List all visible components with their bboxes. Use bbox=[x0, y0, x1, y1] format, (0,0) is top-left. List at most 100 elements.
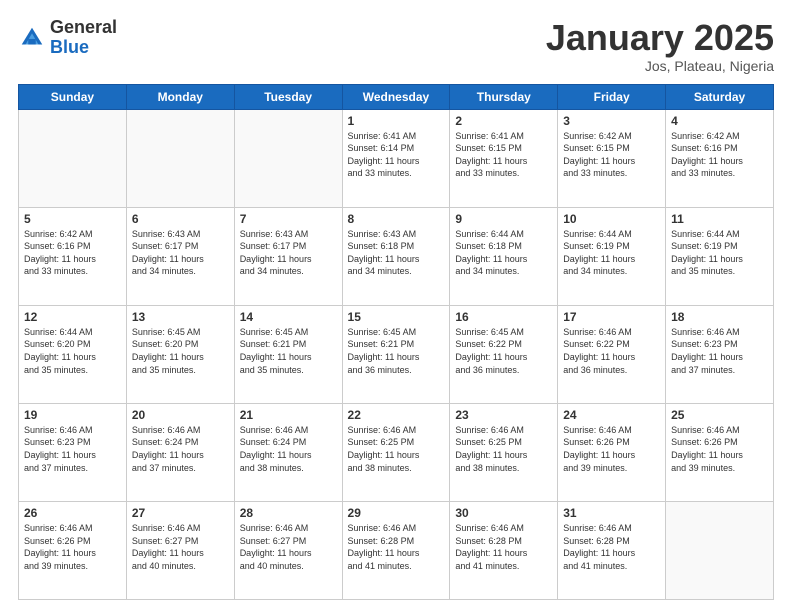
calendar-location: Jos, Plateau, Nigeria bbox=[546, 58, 774, 74]
day-info: Sunrise: 6:46 AM Sunset: 6:23 PM Dayligh… bbox=[671, 326, 768, 376]
day-info: Sunrise: 6:46 AM Sunset: 6:28 PM Dayligh… bbox=[348, 522, 445, 572]
day-info: Sunrise: 6:46 AM Sunset: 6:27 PM Dayligh… bbox=[132, 522, 229, 572]
table-row: 3 Sunrise: 6:42 AM Sunset: 6:15 PM Daylig… bbox=[558, 109, 666, 207]
day-info: Sunrise: 6:46 AM Sunset: 6:26 PM Dayligh… bbox=[671, 424, 768, 474]
day-number: 28 bbox=[240, 506, 337, 520]
day-info: Sunrise: 6:45 AM Sunset: 6:22 PM Dayligh… bbox=[455, 326, 552, 376]
day-number: 8 bbox=[348, 212, 445, 226]
table-row bbox=[666, 501, 774, 599]
col-tuesday: Tuesday bbox=[234, 84, 342, 109]
col-thursday: Thursday bbox=[450, 84, 558, 109]
table-row: 15Sunrise: 6:45 AM Sunset: 6:21 PM Dayli… bbox=[342, 305, 450, 403]
day-number: 19 bbox=[24, 408, 121, 422]
table-row bbox=[19, 109, 127, 207]
logo-general-text: General bbox=[50, 18, 117, 38]
day-info: Sunrise: 6:46 AM Sunset: 6:26 PM Dayligh… bbox=[563, 424, 660, 474]
day-number: 1 bbox=[348, 114, 445, 128]
day-info: Sunrise: 6:41 AM Sunset: 6:15 PM Dayligh… bbox=[455, 130, 552, 180]
calendar-week-row: 1Sunrise: 6:41 AM Sunset: 6:14 PM Daylig… bbox=[19, 109, 774, 207]
day-number: 27 bbox=[132, 506, 229, 520]
day-info: Sunrise: 6:46 AM Sunset: 6:24 PM Dayligh… bbox=[132, 424, 229, 474]
day-info: Sunrise: 6:44 AM Sunset: 6:18 PM Dayligh… bbox=[455, 228, 552, 278]
day-number: 3 bbox=[563, 114, 660, 128]
day-number: 22 bbox=[348, 408, 445, 422]
day-number: 29 bbox=[348, 506, 445, 520]
table-row: 4Sunrise: 6:42 AM Sunset: 6:16 PM Daylig… bbox=[666, 109, 774, 207]
calendar-table: Sunday Monday Tuesday Wednesday Thursday… bbox=[18, 84, 774, 600]
table-row bbox=[126, 109, 234, 207]
table-row: 18 Sunrise: 6:46 AM Sunset: 6:23 PM Dayli… bbox=[666, 305, 774, 403]
col-saturday: Saturday bbox=[666, 84, 774, 109]
day-number: 18 bbox=[671, 310, 768, 324]
day-info: Sunrise: 6:42 AM Sunset: 6:15 PM Dayligh… bbox=[563, 130, 660, 180]
day-number: 21 bbox=[240, 408, 337, 422]
table-row: 19Sunrise: 6:46 AM Sunset: 6:23 PM Dayli… bbox=[19, 403, 127, 501]
table-row: 11Sunrise: 6:44 AM Sunset: 6:19 PM Dayli… bbox=[666, 207, 774, 305]
day-info: Sunrise: 6:44 AM Sunset: 6:19 PM Dayligh… bbox=[563, 228, 660, 278]
day-info: Sunrise: 6:46 AM Sunset: 6:27 PM Dayligh… bbox=[240, 522, 337, 572]
day-info: Sunrise: 6:44 AM Sunset: 6:20 PM Dayligh… bbox=[24, 326, 121, 376]
logo: General Blue bbox=[18, 18, 117, 58]
day-info: Sunrise: 6:46 AM Sunset: 6:24 PM Dayligh… bbox=[240, 424, 337, 474]
table-row: 26 Sunrise: 6:46 AM Sunset: 6:26 PM Dayli… bbox=[19, 501, 127, 599]
day-info: Sunrise: 6:46 AM Sunset: 6:22 PM Dayligh… bbox=[563, 326, 660, 376]
day-number: 24 bbox=[563, 408, 660, 422]
day-number: 23 bbox=[455, 408, 552, 422]
table-row: 13Sunrise: 6:45 AM Sunset: 6:20 PM Dayli… bbox=[126, 305, 234, 403]
table-row: 29 Sunrise: 6:46 AM Sunset: 6:28 PM Dayli… bbox=[342, 501, 450, 599]
table-row: 22 Sunrise: 6:46 AM Sunset: 6:25 PM Dayli… bbox=[342, 403, 450, 501]
day-info: Sunrise: 6:45 AM Sunset: 6:21 PM Dayligh… bbox=[240, 326, 337, 376]
col-monday: Monday bbox=[126, 84, 234, 109]
table-row: 30Sunrise: 6:46 AM Sunset: 6:28 PM Dayli… bbox=[450, 501, 558, 599]
table-row: 7Sunrise: 6:43 AM Sunset: 6:17 PM Daylig… bbox=[234, 207, 342, 305]
day-info: Sunrise: 6:46 AM Sunset: 6:28 PM Dayligh… bbox=[455, 522, 552, 572]
day-number: 6 bbox=[132, 212, 229, 226]
table-row: 24 Sunrise: 6:46 AM Sunset: 6:26 PM Dayli… bbox=[558, 403, 666, 501]
calendar-week-row: 5Sunrise: 6:42 AM Sunset: 6:16 PM Daylig… bbox=[19, 207, 774, 305]
table-row: 8 Sunrise: 6:43 AM Sunset: 6:18 PM Daylig… bbox=[342, 207, 450, 305]
day-number: 25 bbox=[671, 408, 768, 422]
day-number: 4 bbox=[671, 114, 768, 128]
day-info: Sunrise: 6:45 AM Sunset: 6:21 PM Dayligh… bbox=[348, 326, 445, 376]
title-block: January 2025 Jos, Plateau, Nigeria bbox=[546, 18, 774, 74]
day-number: 12 bbox=[24, 310, 121, 324]
day-number: 31 bbox=[563, 506, 660, 520]
calendar-week-row: 19Sunrise: 6:46 AM Sunset: 6:23 PM Dayli… bbox=[19, 403, 774, 501]
table-row: 12 Sunrise: 6:44 AM Sunset: 6:20 PM Dayli… bbox=[19, 305, 127, 403]
calendar-week-row: 26 Sunrise: 6:46 AM Sunset: 6:26 PM Dayli… bbox=[19, 501, 774, 599]
day-number: 16 bbox=[455, 310, 552, 324]
day-number: 7 bbox=[240, 212, 337, 226]
day-info: Sunrise: 6:46 AM Sunset: 6:28 PM Dayligh… bbox=[563, 522, 660, 572]
table-row: 23Sunrise: 6:46 AM Sunset: 6:25 PM Dayli… bbox=[450, 403, 558, 501]
table-row: 2 Sunrise: 6:41 AM Sunset: 6:15 PM Daylig… bbox=[450, 109, 558, 207]
calendar-header-row: Sunday Monday Tuesday Wednesday Thursday… bbox=[19, 84, 774, 109]
day-number: 17 bbox=[563, 310, 660, 324]
logo-blue-text: Blue bbox=[50, 38, 117, 58]
col-friday: Friday bbox=[558, 84, 666, 109]
day-info: Sunrise: 6:46 AM Sunset: 6:25 PM Dayligh… bbox=[348, 424, 445, 474]
day-number: 2 bbox=[455, 114, 552, 128]
day-info: Sunrise: 6:45 AM Sunset: 6:20 PM Dayligh… bbox=[132, 326, 229, 376]
calendar-title: January 2025 bbox=[546, 18, 774, 58]
day-number: 20 bbox=[132, 408, 229, 422]
table-row: 14 Sunrise: 6:45 AM Sunset: 6:21 PM Dayli… bbox=[234, 305, 342, 403]
day-number: 10 bbox=[563, 212, 660, 226]
table-row: 31 Sunrise: 6:46 AM Sunset: 6:28 PM Dayli… bbox=[558, 501, 666, 599]
table-row: 21 Sunrise: 6:46 AM Sunset: 6:24 PM Dayli… bbox=[234, 403, 342, 501]
table-row: 16 Sunrise: 6:45 AM Sunset: 6:22 PM Dayli… bbox=[450, 305, 558, 403]
table-row: 17 Sunrise: 6:46 AM Sunset: 6:22 PM Dayli… bbox=[558, 305, 666, 403]
day-number: 9 bbox=[455, 212, 552, 226]
col-wednesday: Wednesday bbox=[342, 84, 450, 109]
day-number: 26 bbox=[24, 506, 121, 520]
day-info: Sunrise: 6:43 AM Sunset: 6:18 PM Dayligh… bbox=[348, 228, 445, 278]
day-info: Sunrise: 6:46 AM Sunset: 6:26 PM Dayligh… bbox=[24, 522, 121, 572]
logo-text: General Blue bbox=[50, 18, 117, 58]
page: General Blue January 2025 Jos, Plateau, … bbox=[0, 0, 792, 612]
table-row: 10 Sunrise: 6:44 AM Sunset: 6:19 PM Dayli… bbox=[558, 207, 666, 305]
table-row: 28 Sunrise: 6:46 AM Sunset: 6:27 PM Dayli… bbox=[234, 501, 342, 599]
day-number: 11 bbox=[671, 212, 768, 226]
table-row: 27 Sunrise: 6:46 AM Sunset: 6:27 PM Dayli… bbox=[126, 501, 234, 599]
table-row: 9 Sunrise: 6:44 AM Sunset: 6:18 PM Daylig… bbox=[450, 207, 558, 305]
table-row: 5Sunrise: 6:42 AM Sunset: 6:16 PM Daylig… bbox=[19, 207, 127, 305]
day-number: 14 bbox=[240, 310, 337, 324]
